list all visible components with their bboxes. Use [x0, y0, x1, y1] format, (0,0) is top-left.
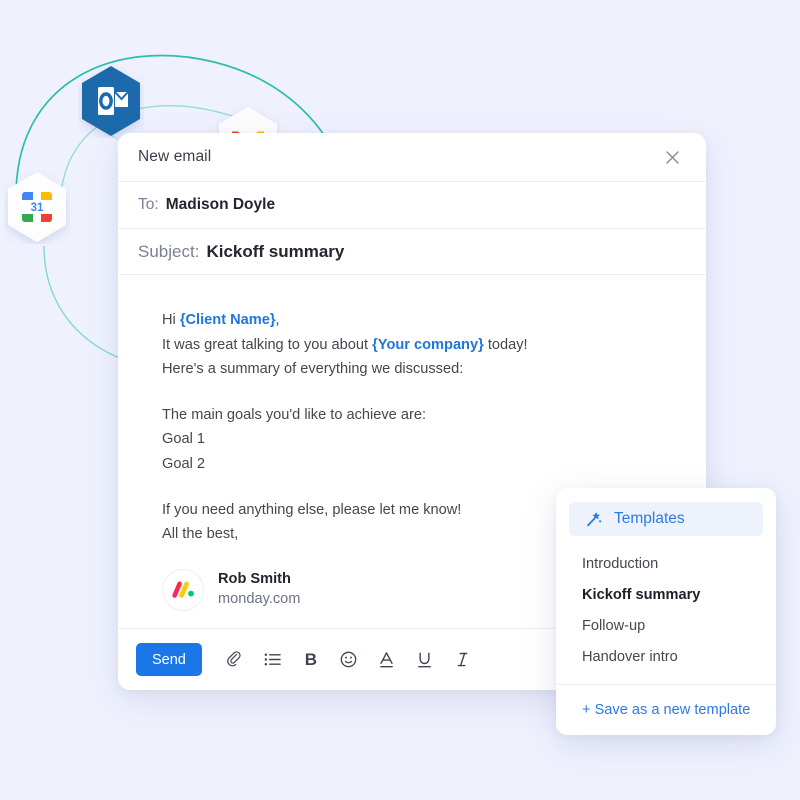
text-color-icon-glyph [380, 651, 394, 667]
bulleted-list-icon[interactable] [258, 645, 288, 675]
recipient-value: Madison Doyle [165, 196, 276, 213]
send-button[interactable]: Send [136, 643, 202, 676]
body-line-goal-1: Goal 1 [162, 431, 205, 448]
signature-organization: monday.com [218, 591, 301, 608]
subject-value: Kickoff summary [206, 241, 345, 261]
bold-icon[interactable]: B [296, 645, 326, 675]
emoji-icon-glyph [341, 651, 357, 668]
subject-field[interactable]: Subject: Kickoff summary [118, 229, 706, 275]
body-line-intro: It was great talking to you about {Your … [162, 333, 686, 358]
templates-header-label: Templates [614, 510, 685, 527]
template-item-introduction[interactable]: Introduction [556, 548, 776, 579]
integration-badge-google-calendar[interactable]: 31 [4, 170, 70, 244]
client-name-placeholder: {Client Name} [179, 312, 276, 328]
body-line-goal-2: Goal 2 [162, 455, 205, 472]
bold-icon-glyph: B [304, 650, 318, 669]
close-icon[interactable] [660, 145, 684, 169]
attachment-icon-glyph [227, 651, 241, 667]
template-item-kickoff-summary[interactable]: Kickoff summary [556, 579, 776, 610]
recipient-label: To: [138, 196, 159, 213]
close-icon-glyph [665, 150, 679, 164]
templates-panel: Templates Introduction Kickoff summary F… [556, 488, 776, 735]
templates-header-button[interactable]: Templates [569, 502, 763, 536]
intro-suffix: today! [483, 336, 528, 353]
intro-prefix: It was great talking to you about [162, 336, 373, 353]
italic-icon-glyph [458, 652, 468, 666]
page-root: 31 New email To: Madison Doyle Subject: … [0, 0, 800, 800]
body-line-goals-lead: The main goals you'd like to achieve are… [162, 406, 426, 423]
integration-badge-outlook[interactable] [78, 64, 144, 138]
google-calendar-icon: 31 [8, 172, 66, 242]
recipient-field[interactable]: To: Madison Doyle [118, 182, 706, 229]
templates-list: Introduction Kickoff summary Follow-up H… [556, 540, 776, 684]
body-line-greeting: Hi {Client Name}, [162, 308, 686, 333]
calendar-day-number: 31 [31, 202, 44, 214]
magic-wand-icon [587, 511, 602, 527]
composer-header: New email [118, 133, 706, 182]
page-title: New email [138, 148, 212, 165]
your-company-placeholder: {Your company} [372, 336, 484, 353]
greeting-prefix: Hi [162, 312, 180, 328]
greeting-suffix: , [275, 312, 280, 328]
italic-icon[interactable] [448, 645, 478, 675]
template-item-follow-up[interactable]: Follow-up [556, 610, 776, 641]
bulleted-list-icon-glyph [265, 653, 282, 666]
signature-text: Rob Smith monday.com [218, 570, 300, 609]
avatar [162, 568, 204, 611]
underline-icon-glyph [418, 652, 432, 667]
underline-icon[interactable] [410, 645, 440, 675]
monday-logo-avatar [172, 581, 194, 599]
body-line-summary-lead: Here's a summary of everything we discus… [162, 361, 464, 378]
attachment-icon[interactable] [220, 645, 250, 675]
template-item-handover-intro[interactable]: Handover intro [556, 641, 776, 672]
signature-name: Rob Smith [218, 571, 291, 588]
text-color-icon[interactable] [372, 645, 402, 675]
outlook-icon [82, 66, 140, 136]
subject-label: Subject: [138, 241, 200, 261]
emoji-icon[interactable] [334, 645, 364, 675]
save-as-new-template-button[interactable]: + Save as a new template [556, 684, 776, 735]
